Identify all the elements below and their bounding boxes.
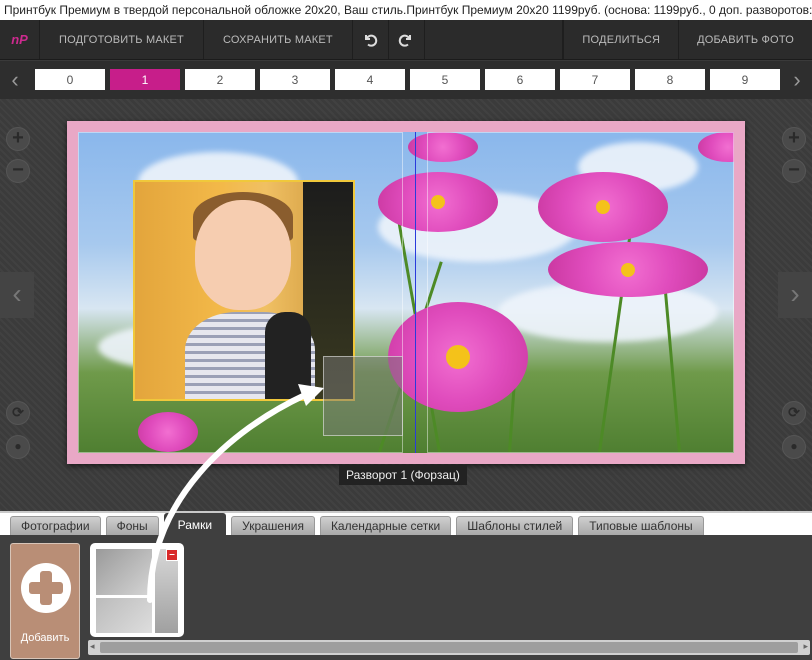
toolbar-spacer <box>425 20 564 59</box>
delete-frame-icon[interactable]: – <box>166 549 178 561</box>
share-button[interactable]: ПОДЕЛИТЬСЯ <box>563 20 680 59</box>
panel-scrollbar[interactable]: ◂ ▸ <box>88 640 810 655</box>
right-page-guide <box>427 132 734 453</box>
frame-thumbnail[interactable]: – <box>90 543 184 637</box>
tab-list: Фотографии Фоны Рамки Украшения Календарные … <box>10 513 704 535</box>
tabs-bar: Фотографии Фоны Рамки Украшения Календарные … <box>0 511 812 535</box>
photo-frame-child[interactable] <box>133 180 355 401</box>
link-left-icon[interactable]: ● <box>6 435 30 459</box>
tab-5[interactable]: Шаблоны стилей <box>456 516 574 535</box>
page-tab-0[interactable]: 0 <box>35 69 105 90</box>
undo-button[interactable] <box>353 20 389 59</box>
tab-3[interactable]: Украшения <box>231 516 315 535</box>
tab-2[interactable]: Рамки <box>163 513 227 535</box>
page-tab-7[interactable]: 7 <box>560 69 630 90</box>
zoom-out-right-icon[interactable]: − <box>782 159 806 183</box>
spine-line <box>415 132 416 453</box>
scroll-right-icon[interactable]: ▸ <box>803 641 808 652</box>
next-pages-arrow-icon[interactable]: › <box>790 69 804 91</box>
main-toolbar: nP ПОДГОТОВИТЬ МАКЕТ СОХРАНИТЬ МАКЕТ ПОД… <box>0 20 812 60</box>
save-layout-button[interactable]: СОХРАНИТЬ МАКЕТ <box>204 20 353 59</box>
zoom-in-left-icon[interactable]: + <box>6 127 30 151</box>
undo-icon <box>365 34 378 47</box>
prepare-layout-button[interactable]: ПОДГОТОВИТЬ МАКЕТ <box>40 20 204 59</box>
add-frame-button[interactable]: Добавить <box>10 543 80 659</box>
redo-icon <box>399 34 412 47</box>
zoom-out-left-icon[interactable]: − <box>6 159 30 183</box>
redo-button[interactable] <box>389 20 425 59</box>
page-tab-1[interactable]: 1 <box>110 69 180 90</box>
page-list: 0123456789 <box>35 69 780 90</box>
rotate-right-icon[interactable]: ⟳ <box>782 401 806 425</box>
frames-panel: Добавить – ◂ ▸ <box>0 535 812 660</box>
logo: nP <box>0 20 40 59</box>
rotate-left-icon[interactable]: ⟳ <box>6 401 30 425</box>
tab-0[interactable]: Фотографии <box>10 516 101 535</box>
book-spread[interactable] <box>67 121 745 464</box>
page-navigator: ‹ 0123456789 › <box>0 61 812 99</box>
tab-6[interactable]: Типовые шаблоны <box>578 516 704 535</box>
spread-caption: Разворот 1 (Форзац) <box>339 465 467 485</box>
prev-pages-arrow-icon[interactable]: ‹ <box>8 69 22 91</box>
product-title: Принтбук Премиум в твердой персональной … <box>4 3 407 17</box>
info-bar: Принтбук Премиум в твердой персональной … <box>0 0 812 20</box>
page-tab-5[interactable]: 5 <box>410 69 480 90</box>
page-tab-3[interactable]: 3 <box>260 69 330 90</box>
add-frame-label: Добавить <box>20 632 70 644</box>
plus-icon <box>21 563 71 613</box>
page-tab-4[interactable]: 4 <box>335 69 405 90</box>
tab-1[interactable]: Фоны <box>105 516 159 535</box>
next-spread-arrow-icon[interactable]: › <box>778 272 812 318</box>
product-price: Принтбук Премиум 20х20 1199руб. (основа:… <box>406 3 812 17</box>
link-right-icon[interactable]: ● <box>782 435 806 459</box>
tab-4[interactable]: Календарные сетки <box>319 516 452 535</box>
page-tab-6[interactable]: 6 <box>485 69 555 90</box>
page-tab-2[interactable]: 2 <box>185 69 255 90</box>
scrollbar-thumb[interactable] <box>100 642 798 653</box>
dragged-frame-preview <box>323 356 403 436</box>
add-photo-button[interactable]: ДОБАВИТЬ ФОТО <box>679 20 812 59</box>
page-tab-9[interactable]: 9 <box>710 69 780 90</box>
spread-background-image[interactable] <box>78 132 734 453</box>
prev-spread-arrow-icon[interactable]: ‹ <box>0 272 34 318</box>
zoom-in-right-icon[interactable]: + <box>782 127 806 151</box>
page-tab-8[interactable]: 8 <box>635 69 705 90</box>
scroll-left-icon[interactable]: ◂ <box>90 641 95 652</box>
workspace: + − + − ⟳ ● ⟳ ● ‹ › Разворот 1 (Форзац) <box>0 99 812 511</box>
